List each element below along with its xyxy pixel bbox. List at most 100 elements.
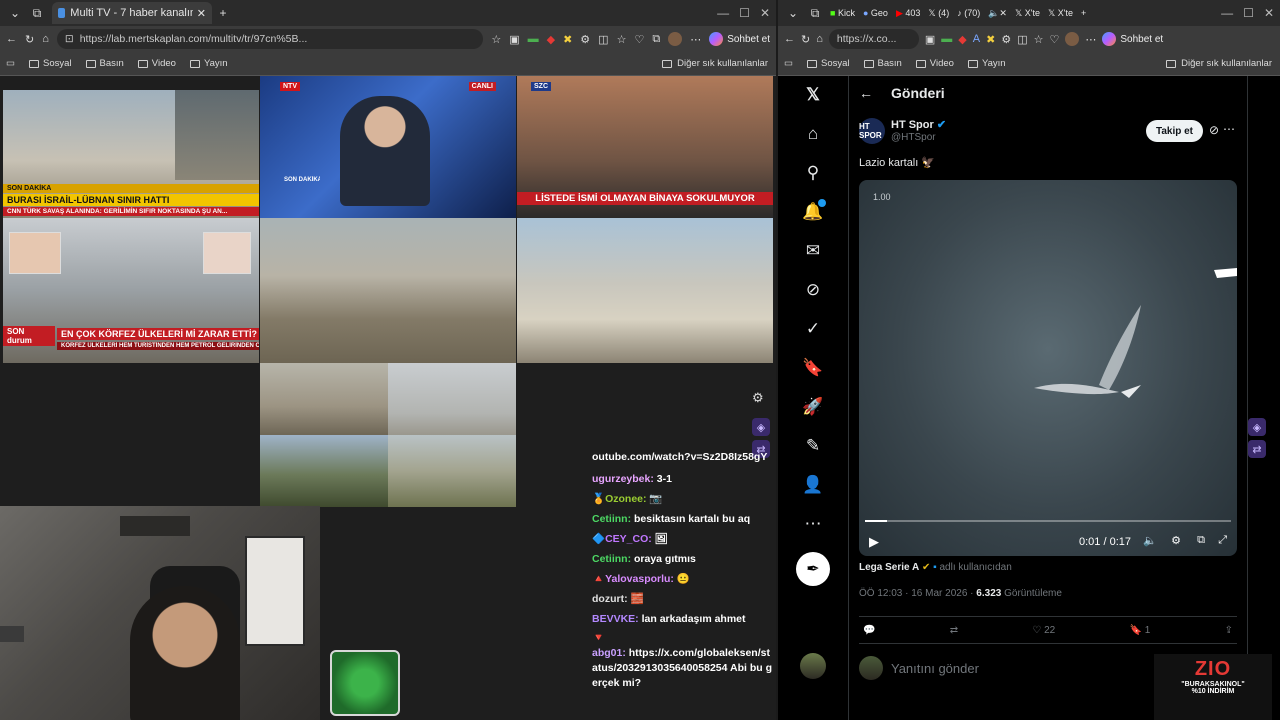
tv-haberturk[interactable]: SON durum EN ÇOK KÖRFEZ ÜLKELERİ Mİ ZARA… — [3, 218, 259, 363]
tv-sozcu[interactable]: SZC LİSTEDE İSMİ OLMAYAN BİNAYA SOKULMUY… — [517, 76, 773, 218]
jobs-nav-icon[interactable]: 🚀 — [802, 396, 824, 418]
follow-button[interactable]: Takip et — [1145, 120, 1203, 142]
author-name-row[interactable]: HT Spor ✔ — [891, 118, 946, 131]
other-bookmarks[interactable]: Diğer sık kullanılanlar — [1166, 58, 1272, 69]
minimize-icon[interactable]: — — [1221, 6, 1233, 20]
bookmark-folder-yayin[interactable]: Yayın — [967, 58, 1006, 69]
live-cam-small-2[interactable] — [388, 363, 516, 435]
maximize-icon[interactable]: ☐ — [739, 6, 750, 20]
fullscreen-icon[interactable]: ⤢ — [1218, 534, 1227, 547]
messages-nav-icon[interactable]: ✉ — [802, 240, 824, 262]
home-icon[interactable]: ⌂ — [42, 33, 49, 45]
new-tab-icon[interactable]: + — [1081, 8, 1086, 19]
tab-x-3[interactable]: 𝕏 X'te — [1048, 8, 1073, 19]
extension-red-icon[interactable]: ◆ — [958, 33, 966, 46]
chat-user[interactable]: BEVVKE: — [592, 613, 639, 625]
x-logo-icon[interactable]: 𝕏 — [802, 84, 824, 106]
maximize-icon[interactable]: ☐ — [1243, 6, 1254, 20]
extension-red-icon[interactable]: ◆ — [547, 33, 555, 46]
chat-user[interactable]: abg01: — [592, 647, 626, 659]
copilot-button[interactable]: Sohbet et — [709, 32, 770, 46]
favorites-list-icon[interactable]: ☆ — [1034, 33, 1044, 46]
profile-avatar[interactable] — [1065, 32, 1080, 46]
live-cam-small-1[interactable] — [260, 363, 388, 435]
play-icon[interactable]: ▶ — [869, 534, 879, 550]
notifications-nav-icon[interactable]: 🔔 — [802, 199, 826, 223]
tv-ntv[interactable]: NTV CANLI SON DAKİKA — [260, 76, 516, 218]
translate-side-icon[interactable]: ⇄ — [1248, 440, 1266, 458]
extension-side-icon[interactable]: ◈ — [1248, 418, 1266, 436]
chat-user[interactable]: Cetiinn: — [592, 513, 631, 525]
tab-x-2[interactable]: 𝕏 X'te — [1015, 8, 1040, 19]
tab-multitv[interactable]: Multi TV - 7 haber kanalını aynı an ✕ — [52, 2, 212, 24]
site-info-icon[interactable]: ⊡ — [65, 33, 74, 45]
author-handle[interactable]: @HTSpor — [891, 132, 936, 143]
like-button[interactable]: ♡ 22 — [1032, 625, 1055, 636]
home-nav-icon[interactable]: ⌂ — [802, 123, 824, 145]
url-field[interactable]: https://x.co... — [828, 29, 919, 49]
tab-tiktok[interactable]: ♪ (70) — [957, 8, 980, 19]
profile-avatar[interactable] — [668, 32, 683, 46]
reply-composer[interactable]: Yanıtını gönder — [859, 656, 979, 680]
extension-icon[interactable]: ▣ — [925, 33, 935, 46]
other-bookmarks[interactable]: Diğer sık kullanılanlar — [662, 58, 768, 69]
home-icon[interactable]: ⌂ — [816, 33, 823, 45]
post-more-icon[interactable]: ⋯ — [1223, 122, 1235, 136]
workspaces-icon[interactable]: ⧉ — [26, 2, 48, 24]
close-window-icon[interactable]: ✕ — [1264, 6, 1274, 20]
settings-gear-icon[interactable]: ⚙ — [752, 390, 764, 406]
close-tab-icon[interactable]: ✕ — [197, 7, 206, 20]
live-cam-small-4[interactable] — [388, 435, 516, 507]
live-cam-small-3[interactable] — [260, 435, 388, 507]
downloads-icon[interactable]: ⧉ — [652, 33, 660, 46]
extensions-puzzle-icon[interactable]: ⚙ — [580, 33, 590, 46]
post-date[interactable]: ÖÖ 12:03 · 16 Mar 2026 · — [859, 588, 974, 599]
minimize-icon[interactable]: — — [717, 6, 729, 20]
video-progress-track[interactable] — [865, 520, 1231, 522]
chat-user[interactable]: Ozonee: — [605, 493, 646, 505]
bookmark-folder-basin[interactable]: Basın — [863, 58, 902, 69]
back-icon[interactable]: ← — [6, 33, 17, 45]
picture-in-picture-icon[interactable]: ⧉ — [1197, 534, 1205, 547]
back-arrow-icon[interactable]: ← — [859, 85, 873, 101]
workspaces-icon[interactable]: ⧉ — [804, 2, 826, 24]
live-cam-beirut[interactable] — [260, 218, 516, 363]
tab-actions-icon[interactable]: ⌄ — [4, 2, 26, 24]
articles-nav-icon[interactable]: ✎ — [802, 435, 824, 457]
extension-green-icon[interactable]: ▬ — [941, 33, 952, 45]
extension-side-icon[interactable]: ◈ — [752, 418, 770, 436]
chat-user[interactable]: ugurzeybek: — [592, 473, 654, 485]
repost-icon[interactable]: ⇄ — [950, 625, 958, 636]
reply-icon[interactable]: 💬 — [863, 625, 875, 636]
compose-post-button[interactable]: ✒ — [796, 552, 830, 586]
search-nav-icon[interactable]: ⚲ — [802, 162, 824, 184]
author-avatar[interactable]: HT SPOR — [859, 118, 885, 144]
grok-explain-icon[interactable]: ⊘ — [1209, 123, 1219, 137]
close-window-icon[interactable]: ✕ — [760, 6, 770, 20]
bookmark-folder-yayin[interactable]: Yayın — [189, 58, 228, 69]
collections-icon[interactable]: ♡ — [1049, 33, 1059, 46]
copilot-button[interactable]: Sohbet et — [1102, 32, 1163, 46]
account-avatar[interactable] — [800, 653, 826, 679]
favorites-list-icon[interactable]: ☆ — [617, 33, 627, 46]
bookmark-folder-video[interactable]: Video — [137, 58, 176, 69]
tab-actions-icon[interactable]: ⌄ — [782, 2, 804, 24]
bookmark-folder-sosyal[interactable]: Sosyal — [28, 58, 72, 69]
bookmark-folder-sosyal[interactable]: Sosyal — [806, 58, 850, 69]
chat-user[interactable]: CEY_CO: — [605, 533, 652, 545]
back-icon[interactable]: ← — [784, 33, 795, 45]
favorite-icon[interactable]: ☆ — [491, 33, 501, 46]
extension-icon[interactable]: ▣ — [509, 33, 519, 46]
profile-nav-icon[interactable]: 👤 — [802, 474, 824, 496]
video-player[interactable]: 1.00 ▶ 0:01 / 0:17 🔈 ⚙ ⧉ ⤢ — [859, 180, 1237, 556]
extension-green-icon[interactable]: ▬ — [528, 33, 539, 45]
more-nav-icon[interactable]: ⋯ — [802, 513, 824, 535]
video-settings-icon[interactable]: ⚙ — [1171, 534, 1181, 547]
reload-icon[interactable]: ↻ — [801, 33, 810, 46]
chat-user[interactable]: Cetiinn: — [592, 553, 631, 565]
reply-placeholder[interactable]: Yanıtını gönder — [891, 661, 979, 676]
extension-yellow-icon[interactable]: ✖ — [986, 33, 995, 46]
tab-kick[interactable]: ■ Kick — [830, 8, 855, 19]
verified-orgs-nav-icon[interactable]: ✓ — [802, 318, 824, 340]
split-screen-icon[interactable]: ◫ — [598, 33, 608, 46]
